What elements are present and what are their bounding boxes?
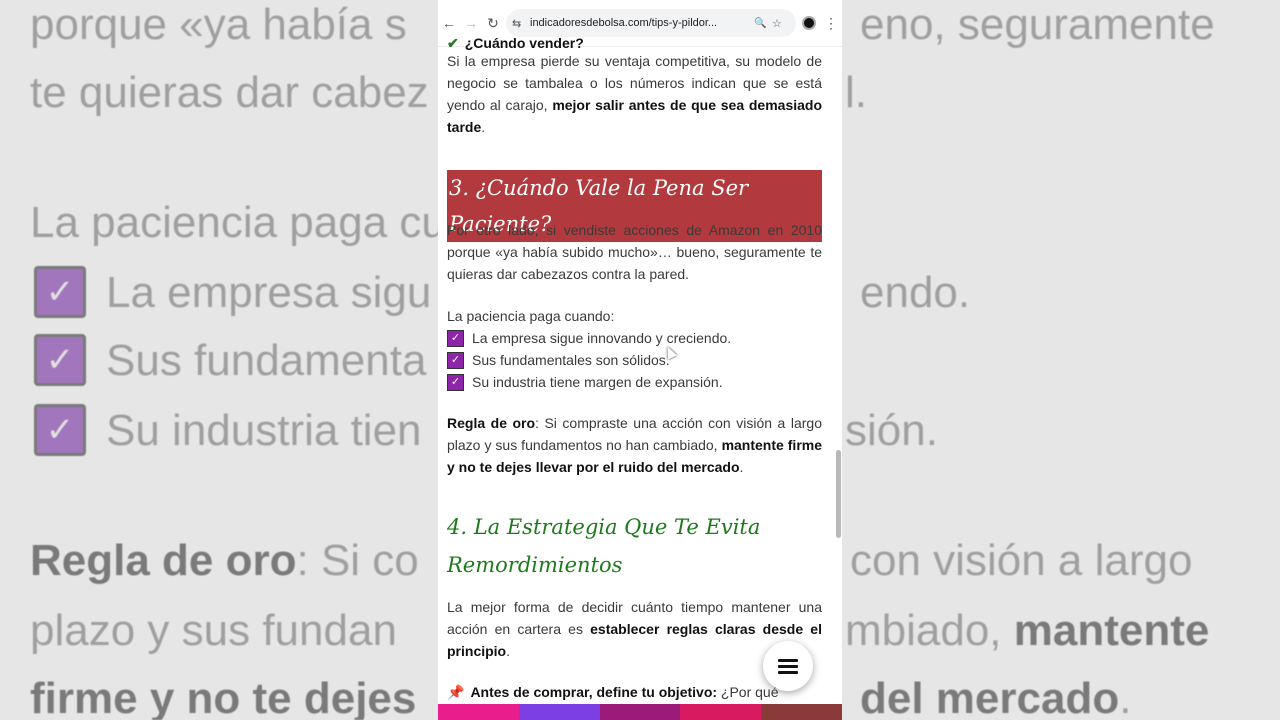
hamburger-icon — [778, 656, 798, 677]
list-item: ✓ La empresa sigue innovando y creciendo. — [447, 327, 731, 349]
list-intro: La paciencia paga cuando: — [447, 308, 615, 324]
share-button-2[interactable] — [518, 704, 600, 720]
star-icon[interactable]: ☆ — [772, 17, 790, 30]
bg-text: endo. — [860, 268, 971, 317]
bg-text: Su industria tien — [106, 406, 422, 455]
bg-text: eno, seguramente — [860, 0, 1215, 49]
bg-text: porque «ya había s — [30, 0, 407, 49]
bg-text: mantente — [1013, 606, 1210, 655]
share-button-4[interactable] — [680, 704, 762, 720]
bg-text: : Si co — [296, 536, 419, 585]
share-bar — [438, 704, 842, 720]
share-button-1[interactable] — [438, 704, 519, 720]
golden-rule: Regla de oro: Si compraste una acción co… — [447, 415, 823, 475]
checkbox-icon: ✓ — [447, 373, 464, 391]
bg-text: La empresa sigu — [106, 268, 432, 317]
url-text: indicadoresdebolsa.com/tips-y-pildor... — [530, 17, 718, 29]
list-item: ✓ Sus fundamentales son sólidos. — [447, 349, 731, 371]
zoom-icon[interactable]: 🔍 — [754, 18, 772, 29]
checkbox-icon: ✓ — [447, 329, 464, 347]
bg-text: mbiado, — [845, 606, 1002, 655]
bg-text: firme y no te dejes — [30, 674, 417, 720]
bg-text: del mercado — [860, 674, 1120, 720]
bg-checkbox-icon: ✓ — [34, 404, 86, 456]
forward-icon[interactable]: → — [460, 12, 482, 34]
back-icon[interactable]: ← — [438, 12, 460, 34]
phone-screen: ← → ↻ ⇆ indicadoresdebolsa.com/tips-y-pi… — [438, 0, 842, 720]
bg-text: con visión a largo — [850, 536, 1193, 585]
bg-checkbox-icon: ✓ — [34, 334, 86, 386]
bg-text: l. — [845, 68, 867, 117]
share-button-5[interactable] — [761, 704, 842, 720]
paragraph: Si la empresa pierde su ventaja competit… — [447, 53, 823, 135]
bg-text: Regla de oro — [30, 536, 297, 585]
section-heading-4: 4. La Estrategia Que Te Evita Remordimie… — [447, 515, 761, 577]
share-button-3[interactable] — [599, 704, 681, 720]
bg-text: Sus fundamenta — [106, 336, 427, 385]
pin-icon: 📌 — [447, 684, 465, 700]
bg-text: sión. — [845, 406, 938, 455]
extension-icon[interactable] — [798, 12, 820, 34]
menu-fab-button[interactable] — [763, 641, 813, 691]
list-item: ✓ Su industria tiene margen de expansión. — [447, 371, 731, 393]
scrollbar-thumb[interactable] — [836, 450, 841, 538]
bg-text: . — [1119, 674, 1132, 720]
paragraph: Por otro lado, si vendiste acciones de A… — [447, 222, 822, 282]
bg-text: plazo y sus fundan — [30, 606, 397, 655]
site-info-icon[interactable]: ⇆ — [512, 17, 530, 30]
paragraph: 📌 Antes de comprar, define tu objetivo: ¿… — [447, 684, 779, 700]
menu-icon[interactable]: ⋮ — [820, 12, 842, 34]
bg-text: te quieras dar cabez — [30, 68, 429, 117]
reload-icon[interactable]: ↻ — [482, 12, 504, 34]
bg-checkbox-icon: ✓ — [34, 266, 86, 318]
checklist: ✓ La empresa sigue innovando y creciendo.… — [447, 327, 731, 393]
check-icon: ✔ — [447, 35, 459, 51]
checkbox-icon: ✓ — [447, 351, 464, 369]
bg-text: La paciencia paga cu — [30, 198, 446, 247]
